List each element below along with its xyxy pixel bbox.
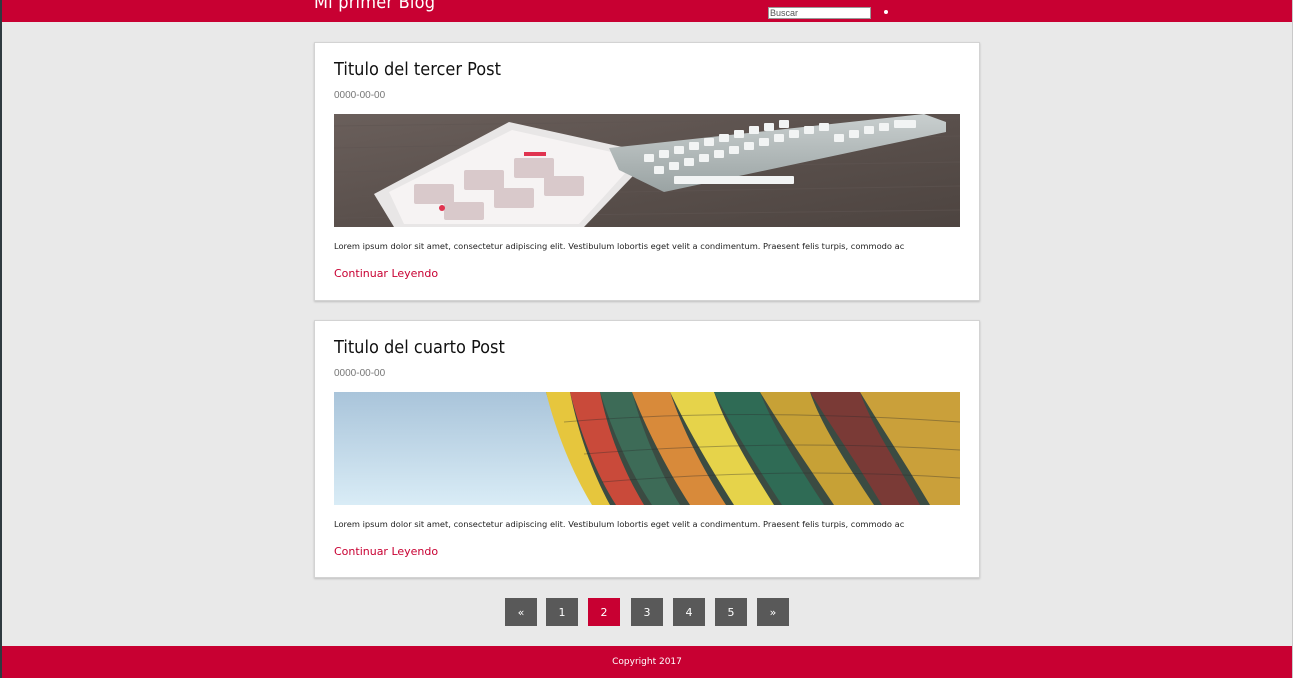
read-more-link[interactable]: Continuar Leyendo bbox=[334, 267, 438, 280]
site-title[interactable]: Mi primer Blog bbox=[314, 0, 435, 13]
page-button-1[interactable]: 1 bbox=[546, 598, 578, 626]
search-submit-icon[interactable] bbox=[884, 10, 888, 14]
post-excerpt: Lorem ipsum dolor sit amet, consectetur … bbox=[334, 241, 905, 251]
page-next-button[interactable]: » bbox=[757, 598, 789, 626]
page-prev-button[interactable]: « bbox=[505, 598, 537, 626]
page-button-3[interactable]: 3 bbox=[631, 598, 663, 626]
post-image-tablet-keyboard bbox=[334, 114, 960, 227]
site-header: Mi primer Blog bbox=[2, 0, 1292, 22]
read-more-link[interactable]: Continuar Leyendo bbox=[334, 545, 438, 558]
post-date: 0000-00-00 bbox=[334, 368, 386, 379]
copyright-text: Copyright 2017 bbox=[612, 657, 682, 667]
search-input[interactable] bbox=[768, 7, 871, 19]
post-card: Titulo del tercer Post 0000-00-00 Lorem … bbox=[314, 42, 980, 301]
post-date: 0000-00-00 bbox=[334, 90, 386, 101]
post-title[interactable]: Titulo del tercer Post bbox=[334, 59, 501, 80]
page-button-2-active[interactable]: 2 bbox=[588, 598, 620, 626]
page-button-5[interactable]: 5 bbox=[715, 598, 747, 626]
post-excerpt: Lorem ipsum dolor sit amet, consectetur … bbox=[334, 519, 905, 529]
post-card: Titulo del cuarto Post 0000-00-00 Lorem … bbox=[314, 320, 980, 578]
post-image-hot-air-balloon bbox=[334, 392, 960, 505]
window-left-edge bbox=[0, 0, 2, 678]
page-button-4[interactable]: 4 bbox=[673, 598, 705, 626]
post-title[interactable]: Titulo del cuarto Post bbox=[334, 337, 505, 358]
site-footer: Copyright 2017 bbox=[2, 646, 1292, 678]
